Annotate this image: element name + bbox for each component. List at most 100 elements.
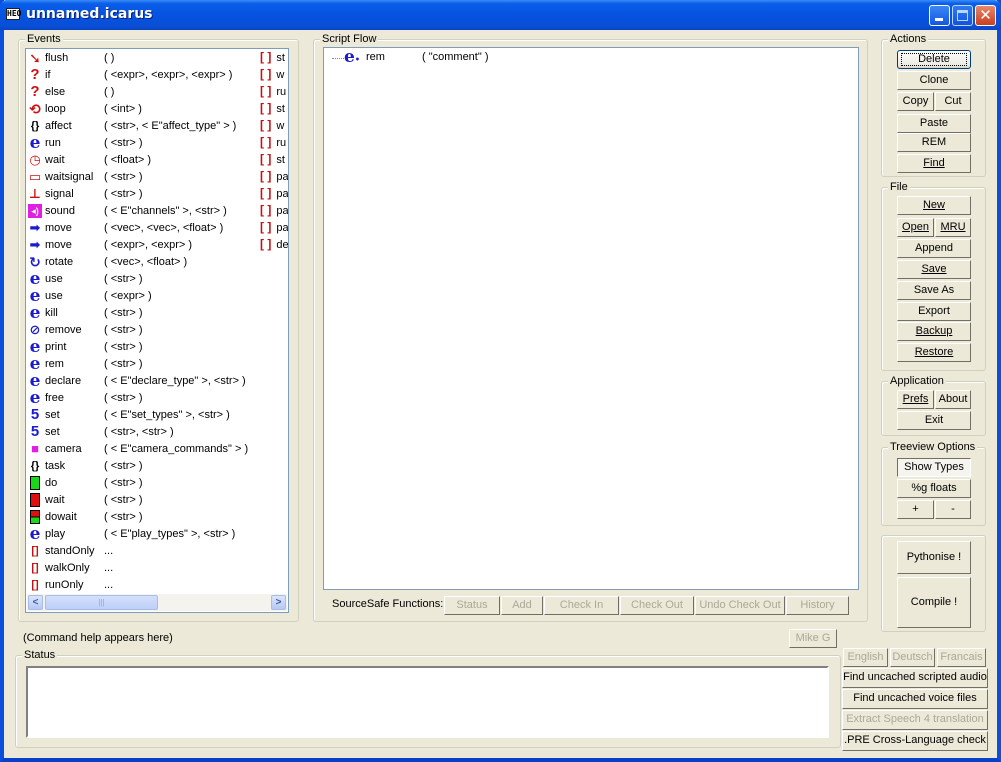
event-item[interactable]: [] standOnly...: [26, 543, 286, 560]
event-item[interactable]: 5 set ( < E"set_types" >, <str> ): [26, 407, 286, 424]
event-item[interactable]: ? else ( ): [26, 84, 286, 101]
event-item[interactable]: ↻ rotate ( <vec>, <float> ): [26, 254, 286, 271]
event-item[interactable]: ➡ move ( <expr>, <expr> ): [26, 237, 286, 254]
language-deutsch-button[interactable]: Deutsch: [890, 648, 935, 667]
event-item-secondary[interactable]: [ ] st: [260, 101, 288, 118]
event-item-secondary[interactable]: [ ] w: [260, 67, 288, 84]
find-uncached-voice-button[interactable]: Find uncached voice files: [842, 689, 988, 709]
event-item[interactable]: wait ( <str> ): [26, 492, 286, 509]
event-item[interactable]: {} task ( <str> ): [26, 458, 286, 475]
rem-button[interactable]: REM: [897, 133, 971, 152]
clone-button[interactable]: Clone: [897, 71, 971, 90]
pythonise-button[interactable]: Pythonise !: [897, 541, 971, 574]
event-item-secondary[interactable]: [ ] pa: [260, 203, 288, 220]
scroll-right-icon[interactable]: >: [271, 595, 286, 610]
tree-node[interactable]: e• rem ( "comment" ): [324, 49, 724, 66]
event-item[interactable]: e play ( < E"play_types" >, <str> ): [26, 526, 286, 543]
sourcesafe-status-button[interactable]: Status: [444, 596, 500, 615]
event-item-secondary[interactable]: [ ] pa: [260, 220, 288, 237]
status-output[interactable]: [26, 666, 829, 738]
cut-button[interactable]: Cut: [935, 92, 971, 111]
events-list[interactable]: ➘ flush ( )? if ( <expr>, <expr>, <expr> )? e…: [25, 48, 289, 613]
event-item-secondary[interactable]: [ ] pa: [260, 169, 288, 186]
event-item[interactable]: [] runOnly...: [26, 577, 286, 594]
event-item[interactable]: ▭ waitsignal ( <str> ): [26, 169, 286, 186]
event-item[interactable]: ■ camera ( < E"camera_commands" > ): [26, 441, 286, 458]
scroll-thumb[interactable]: |||: [45, 595, 158, 610]
minimize-button[interactable]: [929, 5, 950, 26]
event-item[interactable]: ◂) sound ( < E"channels" >, <str> ): [26, 203, 286, 220]
event-item[interactable]: [] walkOnly...: [26, 560, 286, 577]
event-item-secondary[interactable]: [ ] pa: [260, 186, 288, 203]
sourcesafe-add-button[interactable]: Add: [501, 596, 543, 615]
events-horizontal-scrollbar[interactable]: < ||| >: [27, 594, 287, 611]
event-item[interactable]: e use ( <str> ): [26, 271, 286, 288]
paste-button[interactable]: Paste: [897, 114, 971, 133]
pre-cross-language-check-button[interactable]: .PRE Cross-Language check: [842, 731, 988, 751]
event-item[interactable]: dowait ( <str> ): [26, 509, 286, 526]
event-item-secondary[interactable]: [ ] ru: [260, 135, 288, 152]
event-item[interactable]: e kill ( <str> ): [26, 305, 286, 322]
event-item[interactable]: e rem ( <str> ): [26, 356, 286, 373]
script-flow-tree[interactable]: e• rem ( "comment" ): [323, 47, 859, 590]
open-button[interactable]: Open: [897, 218, 934, 237]
event-item[interactable]: ➡ move ( <vec>, <vec>, <float> ): [26, 220, 286, 237]
sourcesafe-check-in-button[interactable]: Check In: [544, 596, 619, 615]
save-as-button[interactable]: Save As: [897, 281, 971, 300]
backup-button[interactable]: Backup: [897, 322, 971, 341]
event-item[interactable]: e use ( <expr> ): [26, 288, 286, 305]
new-button[interactable]: New: [897, 196, 971, 215]
find-uncached-audio-button[interactable]: Find uncached scripted audio: [842, 668, 988, 688]
exit-button[interactable]: Exit: [897, 411, 971, 430]
event-item[interactable]: ? if ( <expr>, <expr>, <expr> ): [26, 67, 286, 84]
event-item-secondary[interactable]: [ ] de: [260, 237, 288, 254]
restore-button[interactable]: Restore: [897, 343, 971, 362]
e-icon: e: [29, 303, 41, 323]
event-item[interactable]: ◷ wait ( <float> ): [26, 152, 286, 169]
event-item[interactable]: e declare ( < E"declare_type" >, <str> ): [26, 373, 286, 390]
copy-button[interactable]: Copy: [897, 92, 934, 111]
g-floats-toggle[interactable]: %g floats: [897, 479, 971, 498]
event-item[interactable]: e free ( <str> ): [26, 390, 286, 407]
tree-connector: [332, 58, 344, 59]
event-item-secondary[interactable]: [ ] ru: [260, 84, 288, 101]
delete-button[interactable]: Delete: [897, 50, 971, 69]
user-button[interactable]: Mike G: [789, 629, 837, 648]
event-item[interactable]: ⊘ remove ( <str> ): [26, 322, 286, 339]
save-button[interactable]: Save: [897, 260, 971, 279]
language-english-button[interactable]: English: [843, 648, 888, 667]
language-francais-button[interactable]: Francais: [937, 648, 986, 667]
mru-button[interactable]: MRU: [935, 218, 971, 237]
event-item-secondary[interactable]: [ ] st: [260, 152, 288, 169]
event-item[interactable]: e run ( <str> ): [26, 135, 286, 152]
sourcesafe-history-button[interactable]: History: [786, 596, 849, 615]
extract-speech-button[interactable]: Extract Speech 4 translation: [842, 710, 988, 730]
show-types-toggle[interactable]: Show Types: [897, 458, 971, 477]
event-name: st: [276, 52, 285, 64]
event-item[interactable]: 5 set ( <str>, <str> ): [26, 424, 286, 441]
about-button[interactable]: About: [935, 390, 971, 409]
event-item[interactable]: do ( <str> ): [26, 475, 286, 492]
maximize-button[interactable]: [952, 5, 973, 26]
sourcesafe-undo-check-out-button[interactable]: Undo Check Out: [695, 596, 785, 615]
event-item[interactable]: ⊥ signal ( <str> ): [26, 186, 286, 203]
event-item-secondary[interactable]: [ ] st: [260, 50, 288, 67]
export-button[interactable]: Export: [897, 302, 971, 321]
compile-button[interactable]: Compile !: [897, 577, 971, 628]
event-item[interactable]: {} affect ( <str>, < E"affect_type" > ): [26, 118, 286, 135]
scroll-left-icon[interactable]: <: [28, 595, 43, 610]
event-item[interactable]: ⟲ loop ( <int> ): [26, 101, 286, 118]
event-item[interactable]: ➘ flush ( ): [26, 50, 286, 67]
sourcesafe-check-out-button[interactable]: Check Out: [620, 596, 694, 615]
expand-button[interactable]: +: [897, 500, 934, 519]
event-item[interactable]: e print ( <str> ): [26, 339, 286, 356]
append-button[interactable]: Append: [897, 239, 971, 258]
title-bar[interactable]: HEO unnamed.icarus ✕: [0, 0, 1001, 30]
close-button[interactable]: ✕: [975, 5, 996, 26]
find-button[interactable]: Find: [897, 154, 971, 173]
event-name: rotate: [45, 256, 74, 268]
event-item-secondary[interactable]: [ ] w: [260, 118, 288, 135]
prefs-button[interactable]: Prefs: [897, 390, 934, 409]
collapse-button[interactable]: -: [935, 500, 971, 519]
question-icon: ?: [30, 83, 40, 100]
